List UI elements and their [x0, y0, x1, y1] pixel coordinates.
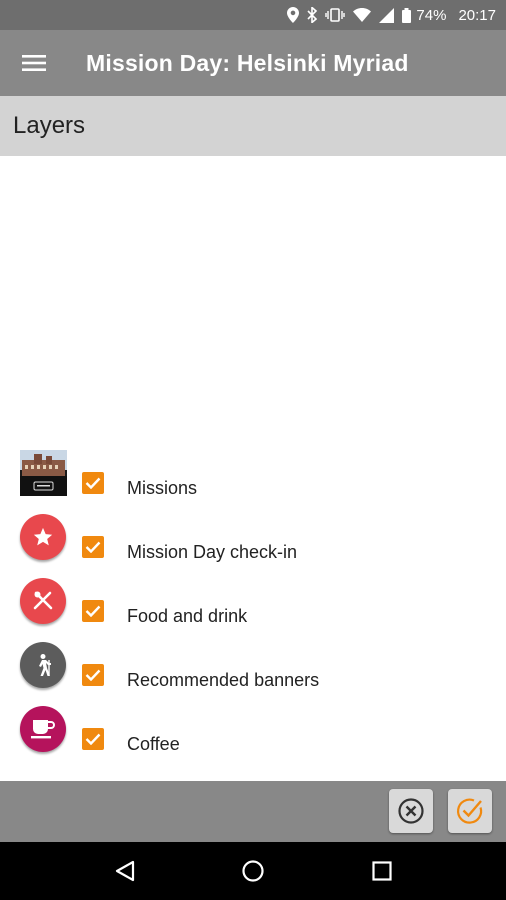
- vibrate-icon: [325, 8, 346, 22]
- hiker-icon: [20, 642, 66, 688]
- mission-day-check-in-checkbox[interactable]: [82, 536, 104, 558]
- layer-label-recommended-banners: Recommended banners: [127, 670, 320, 690]
- layer-row-recommended-banners[interactable]: Recommended banners: [0, 640, 506, 704]
- recents-icon[interactable]: [367, 856, 397, 886]
- cancel-button[interactable]: [389, 789, 433, 833]
- section-header: Layers: [0, 96, 506, 156]
- location-icon: [287, 7, 300, 23]
- home-icon[interactable]: [238, 856, 268, 886]
- back-icon[interactable]: [110, 856, 140, 886]
- app-bar: Mission Day: Helsinki Myriad: [0, 30, 506, 96]
- coffee-checkbox[interactable]: [82, 728, 104, 750]
- layer-row-coffee[interactable]: Coffee: [0, 704, 506, 768]
- check-circle-icon: [455, 796, 485, 826]
- action-bar: [0, 781, 506, 842]
- layer-label-coffee: Coffee: [127, 734, 180, 754]
- food-and-drink-checkbox[interactable]: [82, 600, 104, 622]
- layer-label-mission-day-check-in: Mission Day check-in: [127, 542, 298, 562]
- battery-icon: [402, 7, 412, 23]
- fork-knife-icon: [20, 578, 66, 624]
- wifi-icon: [353, 8, 372, 22]
- mission-photo-thumbnail: [20, 450, 67, 496]
- bluetooth-icon: [307, 7, 318, 23]
- battery-percent: 74%: [416, 6, 447, 24]
- layer-label-food-and-drink: Food and drink: [127, 606, 248, 626]
- layer-row-mission-day-check-in[interactable]: Mission Day check-in: [0, 512, 506, 576]
- hamburger-menu-icon[interactable]: [0, 30, 68, 96]
- clock: 20:17: [458, 6, 496, 24]
- layer-row-missions[interactable]: Missions: [0, 448, 506, 512]
- close-circle-icon: [397, 797, 425, 825]
- signal-icon: [379, 7, 395, 23]
- missions-checkbox[interactable]: [82, 472, 104, 494]
- system-nav-bar: [0, 842, 506, 900]
- confirm-button[interactable]: [448, 789, 492, 833]
- star-icon: [20, 514, 66, 560]
- coffee-cup-icon: [20, 706, 66, 752]
- page-title: Mission Day: Helsinki Myriad: [86, 49, 409, 76]
- layer-row-food-and-drink[interactable]: Food and drink: [0, 576, 506, 640]
- status-bar: 74% 20:17: [0, 0, 506, 30]
- recommended-banners-checkbox[interactable]: [82, 664, 104, 686]
- layer-label-missions: Missions: [127, 478, 198, 498]
